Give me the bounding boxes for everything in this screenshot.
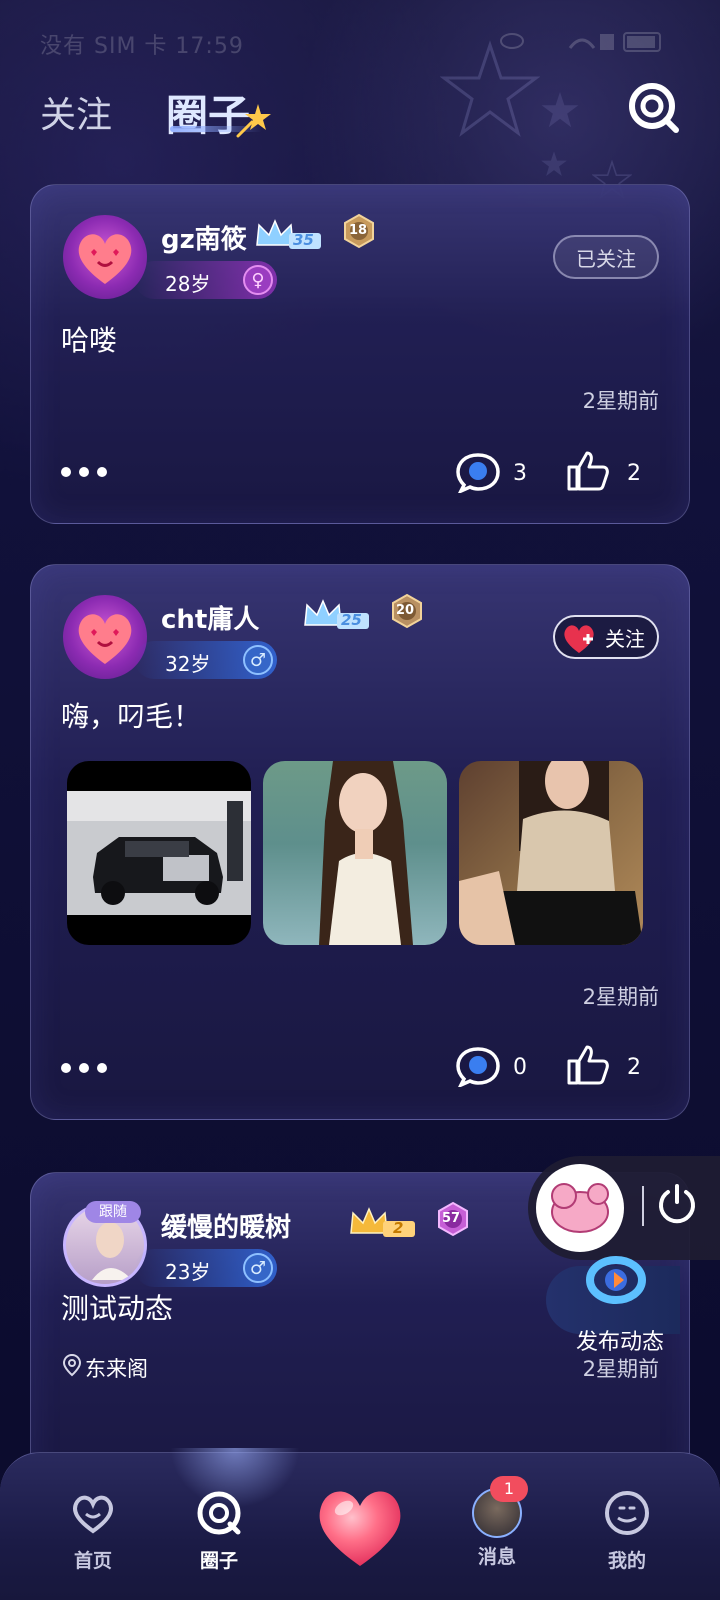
publish-label: 发布动态 xyxy=(576,1330,665,1355)
medal-level-value: 18 xyxy=(349,223,368,238)
heart-face-icon xyxy=(78,234,132,284)
tab-home-label: 首页 xyxy=(73,1550,112,1572)
tab-mine[interactable]: 我的 xyxy=(582,1488,672,1573)
like-count: 2 xyxy=(627,1055,641,1080)
medal-level-value: 20 xyxy=(396,603,415,618)
age-gender-pill: 28岁 ♀ xyxy=(135,261,277,299)
status-bar-text: 没有 SIM 卡 17:59 xyxy=(40,34,244,59)
follow-tag-badge: 跟随 xyxy=(85,1201,141,1223)
age-gender-pill: 23岁 ♂ xyxy=(135,1249,277,1287)
post-image-car[interactable] xyxy=(67,761,251,945)
crown-level-value: 35 xyxy=(293,231,314,249)
power-icon[interactable] xyxy=(654,1180,700,1226)
comment-icon[interactable] xyxy=(455,451,501,493)
profile-face-icon xyxy=(605,1491,649,1535)
search-icon[interactable] xyxy=(626,80,680,134)
age-label: 32岁 xyxy=(165,652,211,676)
post-card[interactable]: gz南筱 35 18 28岁 ♀ 已关注 哈喽 2星期前 3 2 xyxy=(30,184,690,524)
post-image-woman-beach[interactable] xyxy=(263,761,447,945)
more-options-icon[interactable] xyxy=(61,1063,107,1073)
male-icon: ♂ xyxy=(243,1253,273,1283)
comment-count: 3 xyxy=(513,461,527,486)
comment-count: 0 xyxy=(513,1055,527,1080)
age-label: 23岁 xyxy=(165,1260,211,1284)
match-heart-button[interactable] xyxy=(312,1480,408,1572)
crown-level-value: 25 xyxy=(341,611,362,629)
home-heart-icon xyxy=(73,1495,113,1534)
follow-button[interactable]: 关注 xyxy=(553,615,659,659)
publish-swirl-icon xyxy=(586,1256,646,1304)
like-icon[interactable] xyxy=(565,449,611,491)
tab-messages-label: 消息 xyxy=(477,1546,516,1568)
tab-mine-label: 我的 xyxy=(607,1550,646,1572)
crown-level-value: 2 xyxy=(393,1219,404,1237)
post-time: 2星期前 xyxy=(582,389,659,413)
message-count-badge: 1 xyxy=(490,1476,528,1502)
comment-icon[interactable] xyxy=(455,1045,501,1087)
post-image-woman-sofa[interactable] xyxy=(459,761,643,945)
male-icon: ♂ xyxy=(243,645,273,675)
circle-tab-icon xyxy=(197,1491,241,1535)
post-content: 嗨，叼毛！ xyxy=(61,700,202,733)
like-icon[interactable] xyxy=(565,1043,611,1085)
age-gender-pill: 32岁 ♂ xyxy=(135,641,277,679)
post-time: 2星期前 xyxy=(582,985,659,1009)
mini-widget-avatar[interactable] xyxy=(536,1164,624,1252)
tab-home[interactable]: 首页 xyxy=(48,1488,138,1573)
medal-level-value: 57 xyxy=(442,1211,461,1226)
tab-circle-label: 圈子 xyxy=(199,1550,238,1572)
shooting-star-icon xyxy=(236,104,271,138)
username[interactable]: gz南筱 xyxy=(161,219,247,256)
heart-plus-icon xyxy=(564,625,594,653)
mini-widget-divider xyxy=(642,1186,644,1226)
like-count: 2 xyxy=(627,461,641,486)
location-pin-icon xyxy=(62,1353,82,1377)
tab-follow[interactable]: 关注 xyxy=(40,86,112,138)
female-icon: ♀ xyxy=(243,265,273,295)
age-label: 28岁 xyxy=(165,272,211,296)
username[interactable]: 缓慢的暖树 xyxy=(161,1207,291,1244)
crown-level-icon xyxy=(350,1207,415,1237)
post-content: 哈喽 xyxy=(61,324,118,357)
avatar[interactable] xyxy=(63,215,147,299)
tab-circle-active[interactable]: 圈子 xyxy=(174,1488,264,1573)
post-card[interactable]: cht庸人 25 20 32岁 ♂ 关注 嗨，叼毛！ 2星期前 0 2 xyxy=(30,564,690,1120)
post-content: 测试动态 xyxy=(61,1292,174,1325)
follow-label: 关注 xyxy=(605,626,645,651)
post-time: 2星期前 xyxy=(582,1357,659,1381)
more-options-icon[interactable] xyxy=(61,467,107,477)
followed-button[interactable]: 已关注 xyxy=(553,235,659,279)
username[interactable]: cht庸人 xyxy=(161,599,259,636)
heart-face-icon xyxy=(78,614,132,664)
avatar[interactable] xyxy=(63,595,147,679)
post-location: 东来阁 xyxy=(85,1357,148,1381)
